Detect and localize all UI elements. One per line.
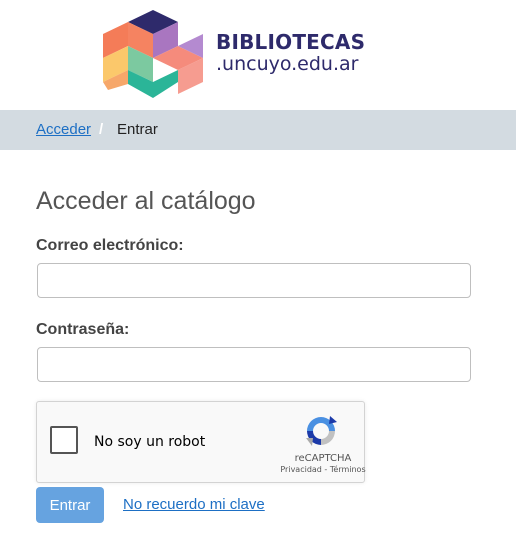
recaptcha-terms-link[interactable]: Términos bbox=[330, 465, 366, 474]
site-logo[interactable]: BIBLIOTECAS .uncuyo.edu.ar bbox=[98, 8, 388, 102]
breadcrumb-separator: / bbox=[99, 121, 104, 138]
breadcrumb-current: Entrar bbox=[117, 121, 158, 138]
brand-domain: .uncuyo.edu.ar bbox=[216, 53, 359, 75]
password-field[interactable] bbox=[37, 347, 471, 382]
recaptcha-label: No soy un robot bbox=[94, 434, 206, 450]
brand-title: BIBLIOTECAS bbox=[216, 30, 366, 54]
site-header: BIBLIOTECAS .uncuyo.edu.ar bbox=[0, 0, 516, 110]
breadcrumb: Acceder / Entrar bbox=[0, 110, 516, 150]
forgot-password-link[interactable]: No recuerdo mi clave bbox=[123, 496, 265, 513]
recaptcha-checkbox[interactable] bbox=[50, 426, 78, 454]
recaptcha-widget: No soy un robot reCAPTCHA Privacidad - T… bbox=[36, 401, 366, 483]
breadcrumb-link-acceder[interactable]: Acceder bbox=[36, 121, 91, 138]
recaptcha-privacy-link[interactable]: Privacidad bbox=[280, 465, 322, 474]
submit-button[interactable]: Entrar bbox=[36, 487, 104, 523]
page-title: Acceder al catálogo bbox=[36, 187, 256, 215]
recaptcha-terms: Privacidad - Términos bbox=[263, 465, 383, 474]
recaptcha-brand: reCAPTCHA bbox=[294, 453, 352, 464]
password-label: Contraseña: bbox=[36, 321, 130, 338]
recaptcha-logo-icon bbox=[306, 416, 337, 446]
email-field[interactable] bbox=[37, 263, 471, 298]
email-label: Correo electrónico: bbox=[36, 237, 184, 254]
recaptcha-terms-separator: - bbox=[321, 465, 330, 474]
cube-logo-icon bbox=[103, 10, 203, 98]
